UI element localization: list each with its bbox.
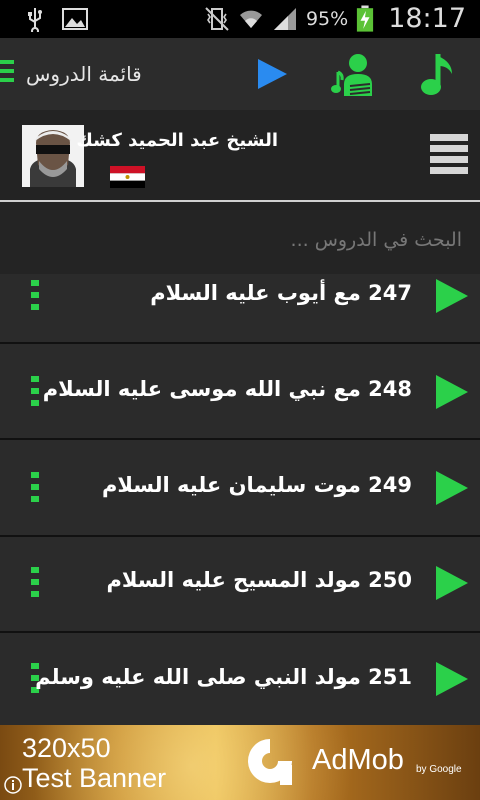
lesson-title: 249 موت سليمان عليه السلام bbox=[101, 473, 412, 497]
play-icon[interactable] bbox=[434, 661, 470, 697]
list-item[interactable]: 250 مولد المسيح عليه السلام bbox=[0, 537, 480, 633]
ad-text: Test Banner bbox=[22, 763, 167, 793]
lesson-title: 250 مولد المسيح عليه السلام bbox=[106, 568, 412, 592]
menu-icon[interactable] bbox=[0, 60, 18, 88]
usb-icon bbox=[28, 8, 42, 32]
play-icon[interactable] bbox=[434, 470, 470, 506]
more-options-icon[interactable] bbox=[31, 280, 39, 316]
more-options-icon[interactable] bbox=[31, 472, 39, 508]
battery-percent: 95% bbox=[305, 7, 349, 30]
ad-banner[interactable]: 320x50 Test Banner AdMob by Google bbox=[0, 725, 480, 800]
lesson-list[interactable]: 247 مع أيوب عليه السلام 248 مع نبي الله … bbox=[0, 274, 480, 725]
egypt-flag bbox=[110, 166, 145, 188]
search-bar bbox=[0, 202, 480, 274]
search-input[interactable] bbox=[20, 224, 464, 256]
admob-by-google: by Google bbox=[416, 764, 462, 775]
image-icon bbox=[62, 8, 88, 30]
battery-charging-icon bbox=[357, 5, 374, 32]
list-item[interactable]: 251 مولد النبي صلى الله عليه وسلم bbox=[0, 633, 480, 725]
clock: 18:17 bbox=[388, 3, 466, 34]
list-menu-icon[interactable] bbox=[430, 134, 468, 178]
play-icon[interactable] bbox=[434, 278, 470, 314]
admob-logo-icon bbox=[248, 739, 292, 785]
toolbar: قائمة الدروس bbox=[0, 38, 480, 111]
admob-brand: AdMob bbox=[312, 744, 404, 776]
more-options-icon[interactable] bbox=[31, 567, 39, 603]
play-icon[interactable] bbox=[434, 565, 470, 601]
toolbar-title: قائمة الدروس bbox=[26, 62, 142, 86]
wifi-icon bbox=[239, 10, 262, 28]
avatar bbox=[22, 125, 84, 187]
play-icon[interactable] bbox=[254, 56, 290, 92]
lesson-title: 247 مع أيوب عليه السلام bbox=[150, 281, 412, 305]
sheikh-name: الشيخ عبد الحميد كشك bbox=[76, 130, 278, 151]
sheikh-music-icon[interactable] bbox=[330, 52, 376, 98]
more-options-icon[interactable] bbox=[31, 376, 39, 412]
lesson-title: 251 مولد النبي صلى الله عليه وسلم bbox=[35, 665, 412, 689]
music-note-icon[interactable] bbox=[418, 52, 458, 98]
sheikh-header: الشيخ عبد الحميد كشك bbox=[0, 110, 480, 200]
list-item[interactable]: 248 مع نبي الله موسى عليه السلام bbox=[0, 344, 480, 440]
list-item[interactable]: 247 مع أيوب عليه السلام bbox=[0, 274, 480, 344]
vibrate-icon bbox=[205, 6, 229, 31]
signal-icon bbox=[273, 7, 296, 30]
ad-size-label: 320x50 bbox=[22, 733, 111, 763]
info-icon[interactable] bbox=[3, 775, 23, 795]
status-bar: 95% 18:17 bbox=[0, 0, 480, 38]
play-icon[interactable] bbox=[434, 374, 470, 410]
list-item[interactable]: 249 موت سليمان عليه السلام bbox=[0, 440, 480, 537]
lesson-title: 248 مع نبي الله موسى عليه السلام bbox=[42, 377, 412, 401]
